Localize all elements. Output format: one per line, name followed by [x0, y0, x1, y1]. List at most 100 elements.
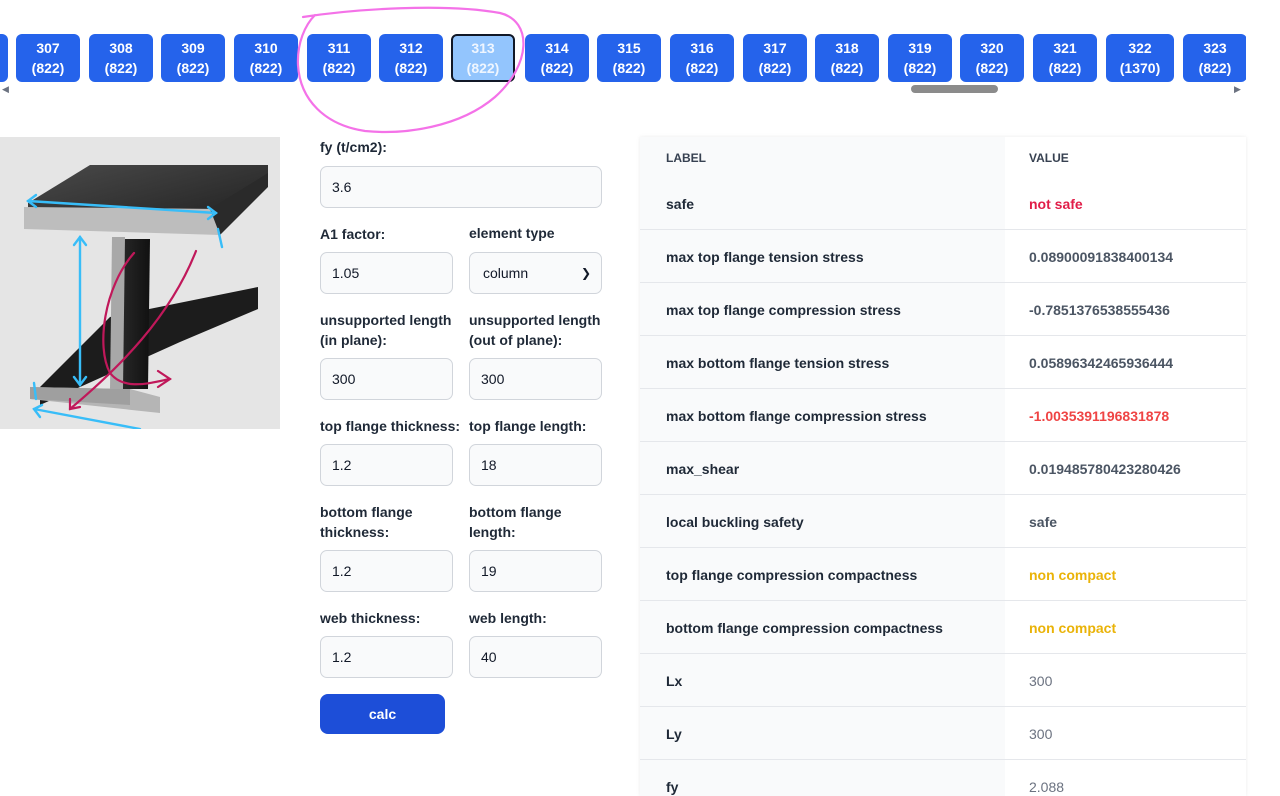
results-table: LABEL VALUE safe not safe max top flange…	[640, 137, 1246, 796]
scroll-right-icon[interactable]: ▶	[1234, 84, 1241, 95]
row-value: 0.05896342465936444	[1029, 355, 1174, 371]
row-label: top flange compression compactness	[666, 567, 918, 583]
header-value: VALUE	[1029, 151, 1069, 165]
bottom-flange-length-input[interactable]	[469, 550, 602, 592]
row-label: Lx	[666, 673, 683, 689]
bottom-flange-thickness-label: bottom flange thickness:	[320, 504, 413, 540]
tab-313-active[interactable]: 313 (822)	[451, 34, 515, 82]
tab-321[interactable]: 321 (822)	[1033, 34, 1097, 82]
row-label: max bottom flange tension stress	[666, 355, 890, 371]
row-label: local buckling safety	[666, 514, 804, 530]
tab-number: 322	[1128, 40, 1152, 56]
tab-number: 312	[399, 40, 423, 56]
row-value: 300	[1029, 726, 1053, 742]
row-value: 0.08900091838400134	[1029, 249, 1174, 265]
unsupported-out-plane-input[interactable]	[469, 358, 602, 400]
tab-number: 309	[181, 40, 205, 56]
table-row: max bottom flange tension stress 0.05896…	[640, 336, 1246, 389]
tab-count: (1370)	[1119, 60, 1161, 76]
tab-number: 316	[690, 40, 714, 56]
tab-322[interactable]: 322 (1370)	[1106, 34, 1174, 82]
tab-308[interactable]: 308 (822)	[89, 34, 153, 82]
header-label: LABEL	[666, 151, 706, 165]
tab-count: (822)	[758, 60, 792, 76]
tab-310[interactable]: 310 (822)	[234, 34, 298, 82]
tab-count: (822)	[466, 60, 500, 76]
table-row: max_shear 0.019485780423280426	[640, 442, 1246, 495]
horizontal-scrollbar-thumb[interactable]	[911, 85, 998, 93]
tab-count: (822)	[1048, 60, 1082, 76]
bottom-flange-thickness-input[interactable]	[320, 550, 453, 592]
tab-count: (822)	[322, 60, 356, 76]
tab-307[interactable]: 307 (822)	[16, 34, 80, 82]
tab-number: 321	[1053, 40, 1077, 56]
tab-number: 323	[1203, 40, 1227, 56]
tab-number: 307	[36, 40, 60, 56]
tab-count: (822)	[176, 60, 210, 76]
table-row: top flange compression compactness non c…	[640, 548, 1246, 601]
tab-strip[interactable]: 307 (822) 308 (822) 309 (822) 310 (822) 311 (…	[0, 0, 1246, 100]
tab-count: (822)	[540, 60, 574, 76]
i-beam-diagram	[0, 137, 280, 431]
scroll-left-icon[interactable]: ◀	[2, 84, 9, 95]
row-label: bottom flange compression compactness	[666, 620, 943, 636]
element-type-select[interactable]: column ❯	[469, 252, 602, 294]
tab-count: (822)	[104, 60, 138, 76]
tab-partial[interactable]	[0, 34, 8, 82]
fy-input[interactable]	[320, 166, 602, 208]
i-beam-illustration	[24, 165, 268, 431]
tab-count: (822)	[612, 60, 646, 76]
web-length-input[interactable]	[469, 636, 602, 678]
web-length-label: web length:	[469, 610, 547, 626]
tab-count: (822)	[830, 60, 864, 76]
row-value: not safe	[1029, 196, 1083, 212]
row-label: max_shear	[666, 461, 740, 477]
table-row: Lx 300	[640, 654, 1246, 707]
chevron-down-icon: ❯	[580, 266, 591, 280]
a1-factor-input[interactable]	[320, 252, 453, 294]
tab-309[interactable]: 309 (822)	[161, 34, 225, 82]
web-thickness-label: web thickness:	[320, 610, 421, 626]
tab-count: (822)	[249, 60, 283, 76]
tab-316[interactable]: 316 (822)	[670, 34, 734, 82]
row-label: safe	[666, 196, 695, 212]
tab-315[interactable]: 315 (822)	[597, 34, 661, 82]
table-row: bottom flange compression compactness no…	[640, 601, 1246, 654]
tab-312[interactable]: 312 (822)	[379, 34, 443, 82]
calc-button[interactable]: calc	[320, 694, 445, 734]
tab-318[interactable]: 318 (822)	[815, 34, 879, 82]
tab-number: 310	[254, 40, 278, 56]
tab-number: 314	[545, 40, 569, 56]
top-flange-thickness-input[interactable]	[320, 444, 453, 486]
table-row: local buckling safety safe	[640, 495, 1246, 548]
tab-320[interactable]: 320 (822)	[960, 34, 1024, 82]
tab-319[interactable]: 319 (822)	[888, 34, 952, 82]
tab-count: (822)	[394, 60, 428, 76]
row-value: non compact	[1029, 620, 1117, 636]
tab-count: (822)	[31, 60, 65, 76]
row-label: max top flange compression stress	[666, 302, 901, 318]
row-label: max top flange tension stress	[666, 249, 864, 265]
row-value: non compact	[1029, 567, 1117, 583]
element-type-value: column	[483, 265, 529, 281]
tab-number: 318	[835, 40, 859, 56]
unsupported-in-plane-label: unsupported length (in plane):	[320, 312, 452, 348]
tab-323[interactable]: 323 (822)	[1183, 34, 1246, 82]
top-flange-thickness-label: top flange thickness:	[320, 418, 461, 434]
row-value: 300	[1029, 673, 1053, 689]
tab-number: 311	[327, 40, 351, 56]
tab-number: 308	[109, 40, 133, 56]
unsupported-in-plane-input[interactable]	[320, 358, 453, 400]
tab-311[interactable]: 311 (822)	[307, 34, 371, 82]
unsupported-out-plane-label: unsupported length (out of plane):	[469, 312, 601, 348]
table-row: Ly 300	[640, 707, 1246, 760]
top-flange-length-input[interactable]	[469, 444, 602, 486]
top-flange-length-label: top flange length:	[469, 418, 587, 434]
tab-number: 315	[617, 40, 641, 56]
row-label: fy	[666, 779, 679, 795]
web-thickness-input[interactable]	[320, 636, 453, 678]
row-value: -1.0035391196831878	[1029, 408, 1170, 424]
tab-314[interactable]: 314 (822)	[525, 34, 589, 82]
table-row: max top flange tension stress 0.08900091…	[640, 230, 1246, 283]
tab-317[interactable]: 317 (822)	[743, 34, 807, 82]
